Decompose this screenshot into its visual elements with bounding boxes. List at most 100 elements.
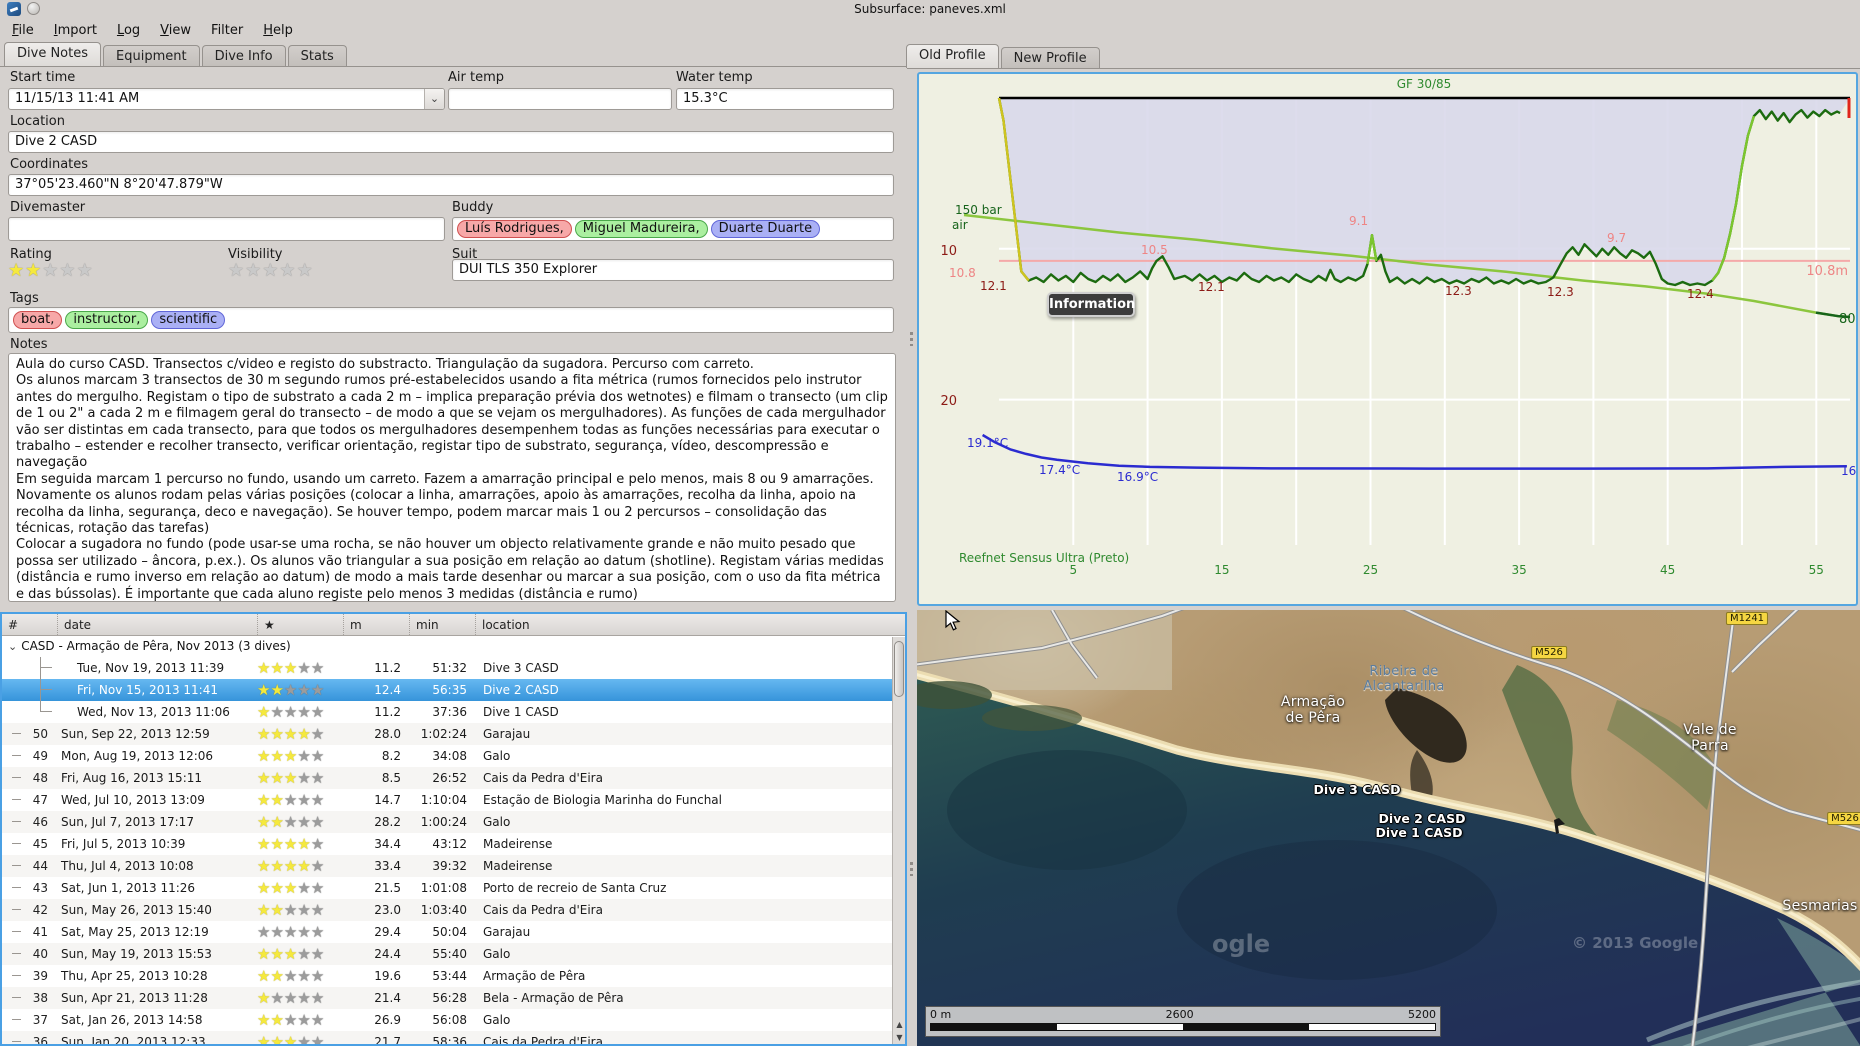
dive-row[interactable]: 44 Thu, Jul 4, 2013 10:08 ★★★★★ 33.4 39:32 Ma… bbox=[2, 855, 905, 877]
buddy-pill[interactable]: Luís Rodrigues, bbox=[457, 220, 572, 238]
dive-row[interactable]: 40 Sun, May 19, 2013 15:53 ★★★★★ 24.4 55:40 G… bbox=[2, 943, 905, 965]
location-field[interactable]: Dive 2 CASD bbox=[8, 131, 894, 153]
star-empty-icon: ★ bbox=[310, 659, 325, 677]
menu-help[interactable]: Help bbox=[253, 20, 303, 41]
dive-row[interactable]: 50 Sun, Sep 22, 2013 12:59 ★★★★★ 28.0 1:02:2… bbox=[2, 723, 905, 745]
air-temp-field[interactable] bbox=[448, 88, 672, 110]
tab-dive-info[interactable]: Dive Info bbox=[201, 45, 286, 66]
menu-log[interactable]: Log bbox=[107, 20, 150, 41]
dive-duration: 58:36 bbox=[432, 1035, 467, 1046]
scrollbar-thumb[interactable] bbox=[894, 641, 904, 697]
water-temp-field[interactable]: 15.3°C bbox=[676, 88, 894, 110]
star-filled-icon: ★ bbox=[257, 835, 271, 853]
svg-text:16: 16 bbox=[1841, 464, 1856, 478]
dive-row[interactable]: 46 Sun, Jul 7, 2013 17:17 ★★★★★ 28.2 1:00:24… bbox=[2, 811, 905, 833]
column-header[interactable]: # bbox=[2, 614, 57, 635]
star-empty-icon: ★ bbox=[283, 1011, 298, 1029]
dive-duration: 1:01:08 bbox=[420, 881, 467, 895]
tab-stats[interactable]: Stats bbox=[287, 45, 347, 66]
menu-file[interactable]: File bbox=[2, 20, 44, 41]
svg-text:10.8: 10.8 bbox=[949, 266, 976, 280]
menu-import[interactable]: Import bbox=[44, 20, 107, 41]
tree-tick bbox=[12, 733, 21, 734]
google-copyright: © 2013 Google bbox=[1572, 934, 1699, 952]
dive-list-header[interactable]: # date ★ m min location bbox=[2, 614, 905, 636]
tags-field[interactable]: boat, instructor, scientific bbox=[8, 307, 894, 333]
buddy-pill[interactable]: Duarte Duarte bbox=[710, 220, 821, 238]
tab-new-profile[interactable]: New Profile bbox=[1000, 47, 1100, 68]
dive-duration: 26:52 bbox=[432, 771, 467, 785]
dive-row[interactable]: 39 Thu, Apr 25, 2013 10:28 ★★★★★ 19.6 53:44 A… bbox=[2, 965, 905, 987]
tab-old-profile[interactable]: Old Profile bbox=[906, 44, 999, 68]
dive-duration: 50:04 bbox=[432, 925, 467, 939]
dive-list-scrollbar[interactable]: ▲ ▼ bbox=[892, 637, 905, 1044]
dive-row[interactable]: 45 Fri, Jul 5, 2013 10:39 ★★★★★ 34.4 43:12 Ma… bbox=[2, 833, 905, 855]
tag-pill[interactable]: scientific bbox=[151, 311, 226, 329]
column-header[interactable]: date bbox=[57, 614, 257, 635]
star-filled-icon: ★ bbox=[270, 769, 284, 787]
dive-row[interactable]: 43 Sat, Jun 1, 2013 11:26 ★★★★★ 21.5 1:01:08… bbox=[2, 877, 905, 899]
dive-row[interactable]: Wed, Nov 13, 2013 11:06 ★★★★★ 11.2 37:36 Div… bbox=[2, 701, 905, 723]
star-filled-icon: ★ bbox=[297, 725, 311, 743]
start-time-combo[interactable]: 11/15/13 11:41 AM ⌄ bbox=[8, 88, 445, 110]
tab-equipment[interactable]: Equipment bbox=[103, 45, 200, 66]
tab-dive-notes[interactable]: Dive Notes bbox=[4, 42, 101, 66]
star-filled-icon: ★ bbox=[257, 945, 271, 963]
dive-location: Garajau bbox=[483, 925, 531, 939]
dive-site-map[interactable]: Armação de Pêra Ribeira de Alcantarilha Va… bbox=[917, 610, 1860, 1046]
dive-depth: 19.6 bbox=[374, 969, 401, 983]
scroll-down-icon[interactable]: ▼ bbox=[893, 1031, 905, 1044]
dive-row[interactable]: 42 Sun, May 26, 2013 15:40 ★★★★★ 23.0 1:03:4… bbox=[2, 899, 905, 921]
rating-stars[interactable]: ★ ★ ★ ★ ★ bbox=[8, 262, 94, 280]
tree-tick bbox=[12, 931, 21, 932]
star-empty-icon: ★ bbox=[297, 989, 311, 1007]
dive-row[interactable]: 41 Sat, May 25, 2013 12:19 ★★★★★ 29.4 50:04 G… bbox=[2, 921, 905, 943]
dive-rating: ★★★★★ bbox=[257, 1009, 343, 1032]
divemaster-field[interactable] bbox=[8, 217, 445, 241]
star-empty-icon: ★ bbox=[283, 703, 298, 721]
coordinates-field[interactable]: 37°05'23.460"N 8°20'47.879"W bbox=[8, 174, 894, 196]
column-header[interactable]: min bbox=[409, 614, 475, 635]
column-header[interactable]: location bbox=[475, 614, 905, 635]
dive-row[interactable]: Fri, Nov 15, 2013 11:41 ★★★★★ 12.4 56:35 Div… bbox=[2, 679, 905, 701]
buddy-field[interactable]: Luís Rodrigues, Miguel Madureira, Duarte D… bbox=[452, 217, 894, 241]
dive-trip-row[interactable]: ⌄ CASD - Armação de Pêra, Nov 2013 (3 div… bbox=[2, 636, 905, 657]
dive-row[interactable]: 37 Sat, Jan 26, 2013 14:58 ★★★★★ 26.9 56:08 G… bbox=[2, 1009, 905, 1031]
buddy-pill[interactable]: Miguel Madureira, bbox=[574, 220, 708, 238]
star-filled-icon: ★ bbox=[257, 1033, 271, 1046]
notes-textarea[interactable]: Aula do curso CASD. Transectos c/video e… bbox=[8, 353, 896, 602]
column-header[interactable]: ★ bbox=[257, 614, 343, 635]
panel-splitter[interactable] bbox=[907, 42, 917, 1046]
tag-pill[interactable]: boat, bbox=[13, 311, 63, 329]
visibility-stars[interactable]: ★ ★ ★ ★ ★ bbox=[228, 262, 314, 280]
dive-row[interactable]: 49 Mon, Aug 19, 2013 12:06 ★★★★★ 8.2 34:08 Ga… bbox=[2, 745, 905, 767]
collapse-caret-icon[interactable]: ⌄ bbox=[8, 640, 17, 653]
star-empty-icon: ★ bbox=[297, 1011, 311, 1029]
dive-row[interactable]: 47 Wed, Jul 10, 2013 13:09 ★★★★★ 14.7 1:10:0… bbox=[2, 789, 905, 811]
dive-rating: ★★★★★ bbox=[257, 657, 343, 680]
dive-rating: ★★★★★ bbox=[257, 767, 343, 790]
tree-tick bbox=[12, 843, 21, 844]
dive-depth: 26.9 bbox=[374, 1013, 401, 1027]
dive-location: Cais da Pedra d'Eira bbox=[483, 903, 603, 917]
star-empty-icon: ★ bbox=[297, 681, 311, 699]
dive-row[interactable]: Tue, Nov 19, 2013 11:39 ★★★★★ 11.2 51:32 Div… bbox=[2, 657, 905, 679]
suit-field[interactable]: DUI TLS 350 Explorer bbox=[452, 259, 894, 281]
dive-row[interactable]: 38 Sun, Apr 21, 2013 11:28 ★★★★★ 21.4 56:28 B… bbox=[2, 987, 905, 1009]
tree-elbow bbox=[40, 679, 52, 690]
tag-pill[interactable]: instructor, bbox=[65, 311, 149, 329]
svg-text:20: 20 bbox=[940, 394, 957, 409]
dive-row[interactable]: 48 Fri, Aug 16, 2013 15:11 ★★★★★ 8.5 26:52 Ca… bbox=[2, 767, 905, 789]
menu-view[interactable]: View bbox=[150, 20, 201, 41]
star-empty-icon: ★ bbox=[310, 967, 325, 985]
dive-location: Madeirense bbox=[483, 837, 553, 851]
information-button[interactable]: Information bbox=[1047, 292, 1135, 317]
star-empty-icon: ★ bbox=[297, 659, 311, 677]
menu-filter[interactable]: Filter bbox=[201, 20, 253, 41]
column-header[interactable]: m bbox=[343, 614, 409, 635]
star-empty-icon: ★ bbox=[283, 923, 298, 941]
dive-rating: ★★★★★ bbox=[257, 921, 343, 944]
scroll-up-icon[interactable]: ▲ bbox=[893, 1018, 905, 1031]
chevron-down-icon[interactable]: ⌄ bbox=[424, 89, 444, 109]
dive-row[interactable]: 36 Sun, Jan 20, 2013 12:33 ★★★★★ 21.7 58:36 C… bbox=[2, 1031, 905, 1046]
